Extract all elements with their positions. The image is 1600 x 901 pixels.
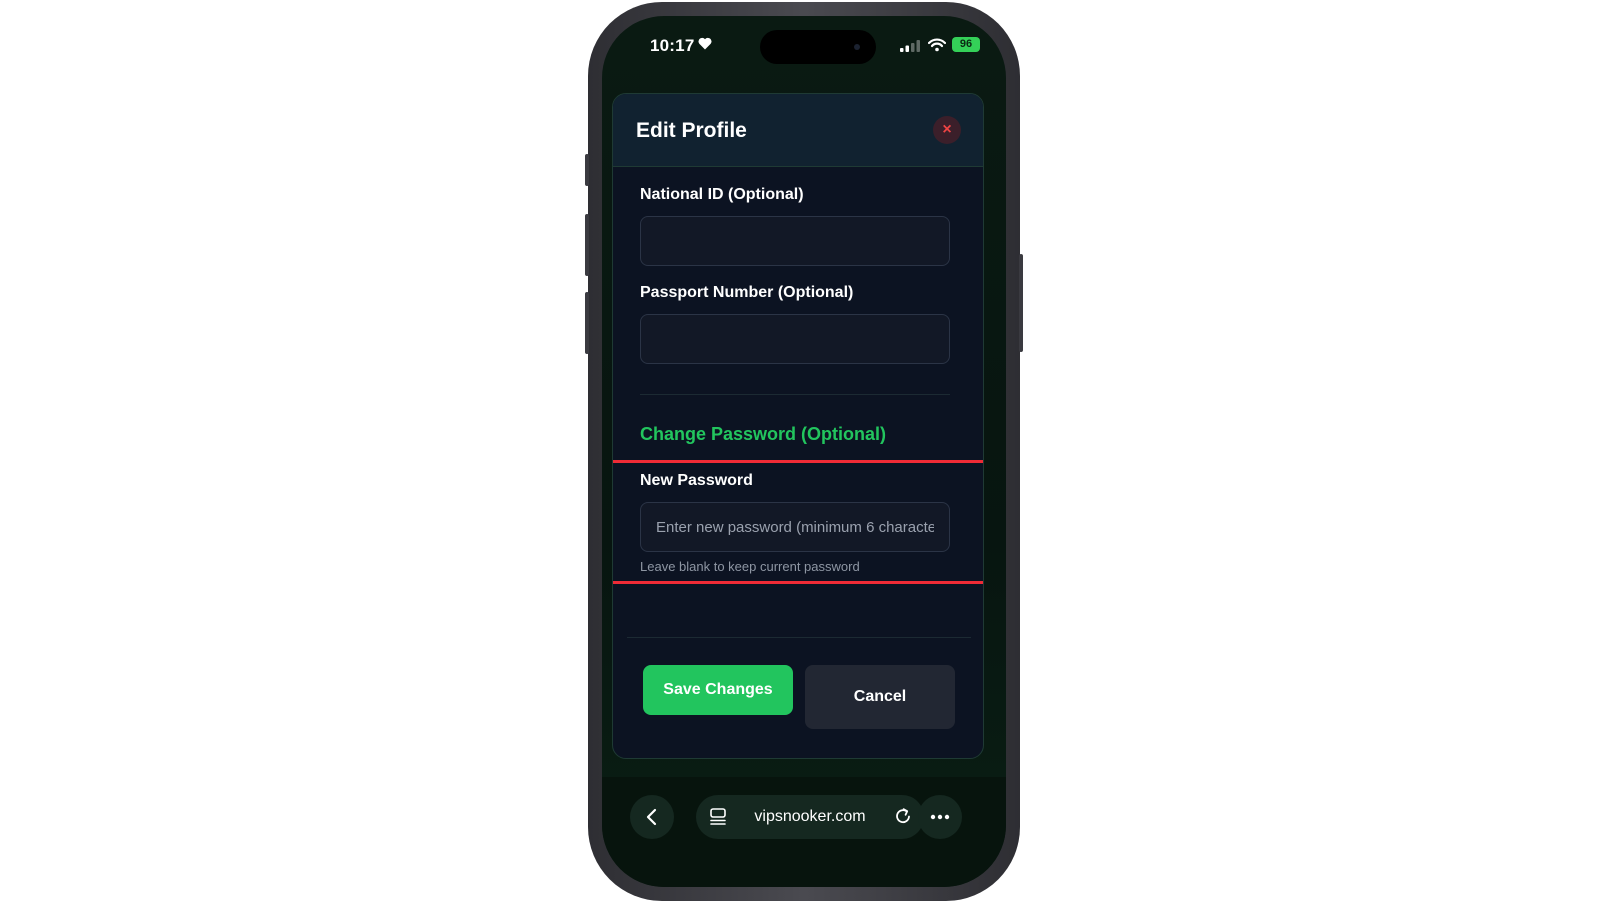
footer-divider bbox=[627, 637, 971, 638]
reload-icon[interactable] bbox=[894, 807, 912, 825]
more-icon bbox=[930, 814, 950, 820]
status-bar: 10:17 96 bbox=[602, 16, 1006, 76]
modal-header: Edit Profile × bbox=[613, 94, 983, 167]
edit-profile-modal: Edit Profile × National ID (Optional) Pa… bbox=[612, 93, 984, 759]
power-button bbox=[1019, 254, 1023, 352]
close-icon: × bbox=[942, 121, 952, 138]
national-id-label: National ID (Optional) bbox=[640, 186, 804, 203]
signal-icon bbox=[900, 40, 920, 52]
url-text: vipsnooker.com bbox=[754, 808, 866, 825]
passport-number-input[interactable] bbox=[640, 314, 950, 364]
cancel-button[interactable]: Cancel bbox=[805, 665, 955, 729]
dynamic-island bbox=[760, 30, 876, 64]
volume-up-button bbox=[585, 214, 589, 276]
phone-frame: 10:17 96 Edit Profile × National ID (Opt… bbox=[585, 2, 1023, 901]
password-hint: Leave blank to keep current password bbox=[640, 559, 860, 574]
new-password-input[interactable] bbox=[640, 502, 950, 552]
change-password-title: Change Password (Optional) bbox=[640, 424, 887, 444]
heart-icon bbox=[698, 37, 712, 50]
save-changes-button[interactable]: Save Changes bbox=[643, 665, 793, 715]
passport-number-label: Passport Number (Optional) bbox=[640, 284, 854, 301]
phone-screen: 10:17 96 Edit Profile × National ID (Opt… bbox=[602, 16, 1006, 887]
wifi-icon bbox=[928, 38, 946, 52]
section-divider bbox=[640, 394, 950, 395]
new-password-label: New Password bbox=[640, 472, 753, 489]
browser-toolbar: vipsnooker.com bbox=[602, 777, 1006, 887]
back-chevron-icon bbox=[646, 808, 657, 826]
camera-dot bbox=[854, 44, 860, 50]
back-button[interactable] bbox=[630, 795, 674, 839]
close-button[interactable]: × bbox=[933, 116, 961, 144]
volume-down-button bbox=[585, 292, 589, 354]
status-time: 10:17 bbox=[650, 36, 695, 55]
battery-icon: 96 bbox=[952, 37, 980, 52]
modal-title: Edit Profile bbox=[636, 119, 747, 142]
action-button bbox=[585, 154, 589, 186]
address-bar[interactable]: vipsnooker.com bbox=[696, 795, 924, 839]
national-id-input[interactable] bbox=[640, 216, 950, 266]
more-button[interactable] bbox=[918, 795, 962, 839]
